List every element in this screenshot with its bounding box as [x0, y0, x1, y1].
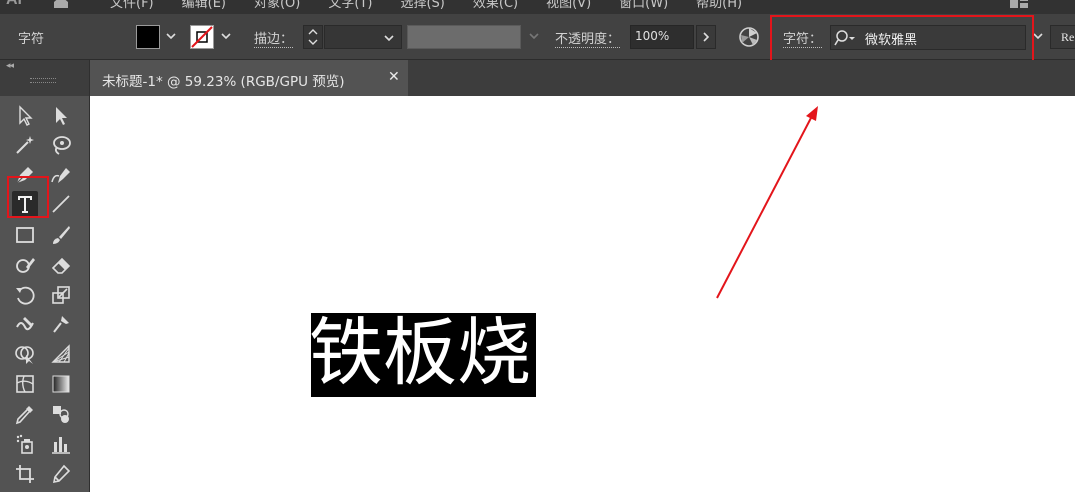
text-object[interactable]: 铁板烧: [309, 310, 536, 397]
stroke-weight-field[interactable]: [324, 25, 402, 49]
column-graph-tool-icon[interactable]: [48, 431, 74, 457]
menu-items: 文件(F) 编辑(E) 对象(O) 文字(T) 选择(S) 效果(C) 视图(V…: [110, 0, 742, 11]
mesh-tool-icon[interactable]: [12, 371, 38, 397]
fill-dropdown-chevron-down-icon[interactable]: [163, 26, 179, 46]
close-tab-icon[interactable]: ✕: [388, 69, 400, 85]
stroke-weight-stepper[interactable]: [303, 25, 323, 49]
magic-wand-tool-icon[interactable]: [12, 132, 38, 158]
free-transform-tool-icon[interactable]: [48, 311, 74, 337]
variable-width-profile[interactable]: [407, 25, 521, 49]
font-style-field[interactable]: Re: [1050, 25, 1075, 49]
scale-tool-icon[interactable]: [48, 282, 74, 308]
document-tab-title: 未标题-1* @ 59.23% (RGB/GPU 预览): [102, 74, 345, 90]
menu-bar: Ai 文件(F) 编辑(E) 对象(O) 文字(T) 选择(S) 效果(C) 视…: [0, 0, 1075, 14]
document-tab[interactable]: 未标题-1* @ 59.23% (RGB/GPU 预览) ✕: [90, 60, 408, 96]
menu-file[interactable]: 文件(F): [110, 0, 154, 11]
artboard-canvas[interactable]: 铁板烧: [90, 96, 1075, 492]
tools-panel-header: ◂◂: [0, 60, 89, 96]
recolor-artwork-icon[interactable]: [738, 26, 760, 52]
selection-tool-icon[interactable]: [12, 103, 38, 129]
gradient-tool-icon[interactable]: [48, 371, 74, 397]
stroke-dropdown-chevron-down-icon[interactable]: [218, 26, 234, 46]
opacity-label: 不透明度：: [555, 28, 621, 48]
rectangle-tool-icon[interactable]: [12, 222, 38, 248]
profile-chevron-down-icon[interactable]: [526, 26, 542, 46]
app-logo: Ai: [6, 0, 22, 9]
no-stroke-icon: [191, 26, 213, 48]
opacity-input[interactable]: 100%: [630, 25, 694, 49]
menu-select[interactable]: 选择(S): [400, 0, 444, 11]
warp-tool-icon[interactable]: [12, 311, 38, 337]
home-icon[interactable]: [52, 0, 70, 8]
menu-object[interactable]: 对象(O): [254, 0, 300, 11]
slice-tool-icon[interactable]: [48, 461, 74, 487]
artboard-tool-icon[interactable]: [12, 461, 38, 487]
menu-edit[interactable]: 编辑(E): [182, 0, 226, 11]
shaper-tool-icon[interactable]: [12, 252, 38, 278]
blend-tool-icon[interactable]: [48, 401, 74, 427]
chevron-right-icon: [703, 32, 710, 42]
collapse-panel-icon[interactable]: ◂◂: [6, 61, 14, 71]
document-tab-strip: 未标题-1* @ 59.23% (RGB/GPU 预览) ✕: [90, 60, 1075, 96]
rotate-tool-icon[interactable]: [12, 282, 38, 308]
eraser-tool-icon[interactable]: [48, 252, 74, 278]
text-object-content: 铁板烧: [309, 310, 531, 396]
paintbrush-tool-icon[interactable]: [48, 222, 74, 248]
stroke-weight-chevron-down-icon[interactable]: [381, 28, 397, 48]
workspace-layout-icon[interactable]: [1010, 0, 1030, 12]
menu-window[interactable]: 窗口(W): [619, 0, 668, 11]
perspective-grid-tool-icon[interactable]: [48, 341, 74, 367]
line-segment-tool-icon[interactable]: [48, 191, 74, 217]
annotation-type-tool-highlight: [7, 176, 49, 218]
annotation-font-highlight: [770, 15, 1034, 64]
eyedropper-tool-icon[interactable]: [12, 401, 38, 427]
stepper-arrows-icon: [308, 29, 318, 45]
symbol-sprayer-tool-icon[interactable]: [12, 431, 38, 457]
stroke-swatch[interactable]: [190, 25, 214, 49]
menu-help[interactable]: 帮助(H): [696, 0, 742, 11]
direct-selection-tool-icon[interactable]: [48, 103, 74, 129]
panel-grip-icon[interactable]: [30, 78, 56, 83]
font-style-value: Re: [1061, 30, 1075, 44]
opacity-arrow-button[interactable]: [696, 25, 716, 49]
curvature-tool-icon[interactable]: [48, 162, 74, 188]
menu-type[interactable]: 文字(T): [328, 0, 372, 11]
lasso-tool-icon[interactable]: [48, 132, 74, 158]
shape-builder-tool-icon[interactable]: [12, 341, 38, 367]
mode-label: 字符: [18, 32, 45, 47]
stroke-label: 描边：: [254, 28, 294, 48]
fill-swatch[interactable]: [136, 25, 160, 49]
menu-view[interactable]: 视图(V): [546, 0, 591, 11]
menu-effect[interactable]: 效果(C): [473, 0, 518, 11]
